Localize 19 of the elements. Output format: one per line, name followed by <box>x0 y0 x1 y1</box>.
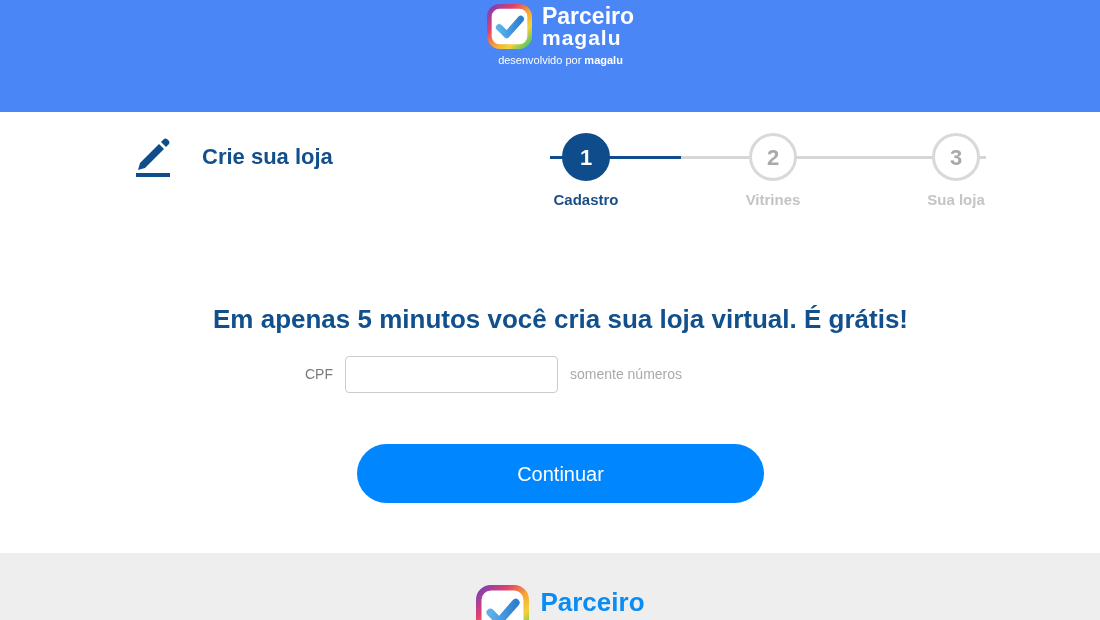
step-label: Vitrines <box>745 191 801 209</box>
cpf-input[interactable] <box>345 356 558 393</box>
logo-icon <box>486 3 532 50</box>
field-label: CPF <box>305 365 333 384</box>
step-number: 1 <box>562 133 610 181</box>
help-text: somente números <box>570 365 683 384</box>
pencil-icon <box>136 136 170 177</box>
form-headline: Em apenas 5 minutos você cria sua loja virtual. É grátis! <box>213 304 908 334</box>
page-title: Crie sua loja <box>202 144 333 169</box>
brand-name: Parceiro <box>540 588 645 616</box>
brand-name: Parceiro <box>541 5 635 28</box>
logo-icon <box>476 585 530 620</box>
step-label: Cadastro <box>553 191 619 209</box>
continue-button[interactable]: Continuar <box>357 444 764 503</box>
tagline-text: desenvolvido por magalu <box>498 53 623 67</box>
step-label: Sua loja <box>927 191 985 209</box>
step-number: 3 <box>932 133 980 181</box>
step-number: 2 <box>749 133 797 181</box>
brand-wordmark: magalu <box>541 28 623 48</box>
